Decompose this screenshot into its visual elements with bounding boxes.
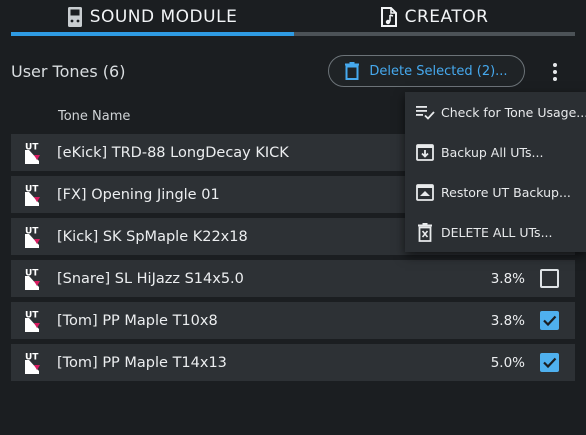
menu-item-restore-backup[interactable]: Restore UT Backup... xyxy=(405,172,586,212)
menu-item-backup-all[interactable]: Backup All UTs... xyxy=(405,132,586,172)
tab-label: CREATOR xyxy=(404,6,489,27)
user-tone-icon-text: UT xyxy=(25,184,39,194)
tone-row[interactable]: UT [Tom] PP Maple T14x13 5.0% xyxy=(11,344,575,381)
user-tone-icon: UT xyxy=(25,226,40,248)
tab-label: SOUND MODULE xyxy=(89,6,238,27)
menu-item-label: DELETE ALL UTs... xyxy=(441,224,553,240)
menu-item-check-tone-usage[interactable]: Check for Tone Usage... xyxy=(405,92,586,132)
user-tone-icon-text: UT xyxy=(25,268,39,278)
music-file-icon xyxy=(380,6,397,27)
user-tone-icon: UT xyxy=(25,184,40,206)
checkmark-icon xyxy=(543,315,557,327)
restore-icon xyxy=(416,184,434,201)
menu-item-delete-all[interactable]: DELETE ALL UTs... xyxy=(405,212,586,252)
tone-usage-percent: 3.8% xyxy=(490,312,525,329)
user-tone-icon: UT xyxy=(25,268,40,290)
tone-usage-percent: 3.8% xyxy=(490,270,525,287)
active-tab-indicator xyxy=(11,32,294,36)
page-title: User Tones (6) xyxy=(11,62,126,81)
user-tone-icon-text: UT xyxy=(25,142,39,152)
user-tone-icon-text: UT xyxy=(25,352,39,362)
menu-item-label: Check for Tone Usage... xyxy=(441,104,586,120)
tone-name: [Tom] PP Maple T10x8 xyxy=(57,312,218,329)
delete-selected-label: Delete Selected (2)... xyxy=(369,63,508,79)
more-options-button[interactable] xyxy=(545,59,565,85)
tab-sound-module[interactable]: SOUND MODULE xyxy=(11,0,294,33)
tone-name: [Snare] SL HiJazz S14x5.0 xyxy=(57,270,244,287)
checklist-icon xyxy=(416,106,435,120)
backup-icon xyxy=(416,144,434,161)
menu-item-label: Backup All UTs... xyxy=(441,144,544,160)
user-tone-icon: UT xyxy=(25,142,40,164)
tab-bar: SOUND MODULE CREATOR xyxy=(0,0,586,36)
tone-name: [FX] Opening Jingle 01 xyxy=(57,186,220,203)
tone-row[interactable]: UT [Snare] SL HiJazz S14x5.0 3.8% xyxy=(11,260,575,297)
delete-all-icon xyxy=(418,223,432,242)
tone-name: [Tom] PP Maple T14x13 xyxy=(57,354,227,371)
tone-select-checkbox[interactable] xyxy=(540,269,559,288)
delete-selected-button[interactable]: Delete Selected (2)... xyxy=(328,55,525,87)
user-tone-icon-text: UT xyxy=(25,310,39,320)
tone-select-checkbox[interactable] xyxy=(540,353,559,372)
menu-item-label: Restore UT Backup... xyxy=(441,184,571,200)
trash-icon xyxy=(345,62,360,80)
tab-creator[interactable]: CREATOR xyxy=(294,0,575,33)
column-header-tone-name: Tone Name xyxy=(58,109,131,124)
tone-name: [eKick] TRD-88 LongDecay KICK xyxy=(57,144,289,161)
inactive-tab-indicator xyxy=(294,32,575,36)
options-menu: Check for Tone Usage... Backup All UTs..… xyxy=(405,92,586,252)
checkmark-icon xyxy=(543,357,557,369)
tone-name: [Kick] SK SpMaple K22x18 xyxy=(57,228,248,245)
user-tone-icon-text: UT xyxy=(25,226,39,236)
tone-row[interactable]: UT [Tom] PP Maple T10x8 3.8% xyxy=(11,302,575,339)
tone-select-checkbox[interactable] xyxy=(540,311,559,330)
tone-usage-percent: 5.0% xyxy=(490,354,525,371)
user-tone-icon: UT xyxy=(25,310,40,332)
sound-module-icon xyxy=(67,6,82,27)
user-tone-icon: UT xyxy=(25,352,40,374)
